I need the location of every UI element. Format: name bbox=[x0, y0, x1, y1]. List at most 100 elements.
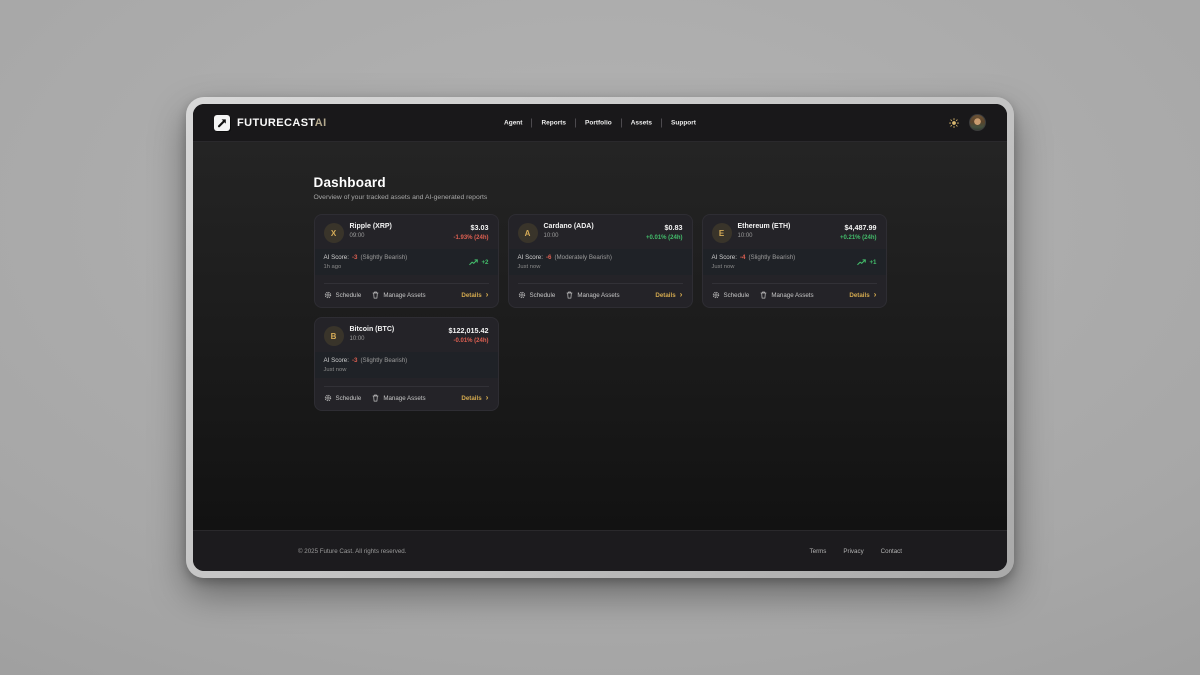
details-button[interactable]: Details › bbox=[461, 394, 488, 402]
details-label: Details bbox=[461, 292, 481, 299]
asset-card-actions: Schedule Manage Assets Details › bbox=[324, 283, 489, 307]
asset-card-actions: Schedule Manage Assets Details › bbox=[324, 386, 489, 410]
asset-price-block: $122,015.42 -0.01% (24h) bbox=[449, 326, 489, 344]
report-age: 1h ago bbox=[324, 264, 408, 270]
header-actions bbox=[949, 114, 986, 131]
asset-price: $4,487.99 bbox=[840, 223, 877, 232]
ai-sentiment-label: (Slightly Bearish) bbox=[360, 254, 407, 261]
asset-card-actions: Schedule Manage Assets Details › bbox=[712, 283, 877, 307]
schedule-button[interactable]: Schedule bbox=[324, 291, 362, 299]
nav-item-assets[interactable]: Assets bbox=[622, 119, 661, 126]
brand-name-primary: FUTURECAST bbox=[237, 117, 315, 129]
asset-price: $122,015.42 bbox=[449, 326, 489, 335]
sun-icon bbox=[949, 118, 959, 128]
asset-name: Bitcoin (BTC) bbox=[350, 326, 443, 333]
asset-card-header: A Cardano (ADA) 10:00 $0.83 +0.01% (24h) bbox=[509, 215, 692, 249]
asset-symbol-badge: E bbox=[712, 223, 732, 243]
asset-report-time: 10:00 bbox=[350, 336, 443, 342]
ai-score-label: AI Score: bbox=[712, 254, 737, 261]
ai-sentiment-label: (Slightly Bearish) bbox=[360, 357, 407, 364]
asset-card: E Ethereum (ETH) 10:00 $4,487.99 +0.21% … bbox=[702, 214, 887, 308]
ai-score-label: AI Score: bbox=[324, 254, 349, 261]
chevron-right-icon: › bbox=[486, 290, 489, 299]
asset-price-block: $4,487.99 +0.21% (24h) bbox=[840, 223, 877, 241]
schedule-button[interactable]: Schedule bbox=[324, 394, 362, 402]
footer-link-terms[interactable]: Terms bbox=[810, 548, 827, 555]
asset-symbol-badge: X bbox=[324, 223, 344, 243]
details-label: Details bbox=[655, 292, 675, 299]
app-window: FUTURECASTAI Agent Reports Portfolio Ass… bbox=[186, 97, 1014, 578]
trend-badge: +1 bbox=[857, 259, 876, 266]
trash-icon bbox=[566, 291, 573, 299]
nav-item-agent[interactable]: Agent bbox=[495, 119, 531, 126]
asset-info: Ethereum (ETH) 10:00 bbox=[738, 223, 834, 239]
nav-item-support[interactable]: Support bbox=[662, 119, 705, 126]
asset-symbol-badge: B bbox=[324, 326, 344, 346]
asset-symbol-letter: B bbox=[331, 332, 337, 341]
details-button[interactable]: Details › bbox=[461, 291, 488, 299]
ai-score-strip: AI Score: -3 (Slightly Bearish) Just now bbox=[315, 352, 498, 378]
ai-score-value: -4 bbox=[740, 254, 746, 261]
nav-item-portfolio[interactable]: Portfolio bbox=[576, 119, 621, 126]
ai-score-strip: AI Score: -3 (Slightly Bearish) 1h ago +… bbox=[315, 249, 498, 275]
ai-score-strip: AI Score: -6 (Moderately Bearish) Just n… bbox=[509, 249, 692, 275]
asset-card: B Bitcoin (BTC) 10:00 $122,015.42 -0.01%… bbox=[314, 317, 499, 411]
trend-value: +1 bbox=[869, 259, 876, 266]
asset-name: Cardano (ADA) bbox=[544, 223, 640, 230]
user-avatar[interactable] bbox=[969, 114, 986, 131]
asset-symbol-letter: E bbox=[719, 229, 724, 238]
ai-score-label: AI Score: bbox=[518, 254, 543, 261]
asset-name: Ethereum (ETH) bbox=[738, 223, 834, 230]
ai-score-strip: AI Score: -4 (Slightly Bearish) Just now… bbox=[703, 249, 886, 275]
manage-assets-button[interactable]: Manage Assets bbox=[372, 394, 425, 402]
footer-link-contact[interactable]: Contact bbox=[881, 548, 902, 555]
copyright-text: © 2025 Future Cast. All rights reserved. bbox=[298, 548, 406, 555]
schedule-label: Schedule bbox=[724, 292, 750, 299]
asset-cards-grid: X Ripple (XRP) 09:00 $3.03 -1.93% (24h) … bbox=[314, 214, 887, 411]
asset-symbol-badge: A bbox=[518, 223, 538, 243]
details-label: Details bbox=[849, 292, 869, 299]
schedule-button[interactable]: Schedule bbox=[712, 291, 750, 299]
ai-score-value: -3 bbox=[352, 254, 358, 261]
manage-assets-label: Manage Assets bbox=[771, 292, 813, 299]
dashboard-content: Dashboard Overview of your tracked asset… bbox=[314, 142, 887, 411]
details-label: Details bbox=[461, 395, 481, 402]
asset-symbol-letter: X bbox=[331, 229, 336, 238]
asset-report-time: 09:00 bbox=[350, 233, 448, 239]
asset-card-actions: Schedule Manage Assets Details › bbox=[518, 283, 683, 307]
asset-change-24h: +0.21% (24h) bbox=[840, 235, 877, 241]
asset-price: $0.83 bbox=[646, 223, 683, 232]
page-title: Dashboard bbox=[314, 175, 887, 190]
app-screen: FUTURECASTAI Agent Reports Portfolio Ass… bbox=[193, 104, 1007, 571]
asset-change-24h: +0.01% (24h) bbox=[646, 235, 683, 241]
details-button[interactable]: Details › bbox=[849, 291, 876, 299]
ai-score-block: AI Score: -3 (Slightly Bearish) Just now bbox=[324, 357, 408, 373]
brand[interactable]: FUTURECASTAI bbox=[214, 115, 327, 131]
theme-toggle-button[interactable] bbox=[949, 118, 959, 128]
schedule-label: Schedule bbox=[336, 292, 362, 299]
manage-assets-button[interactable]: Manage Assets bbox=[760, 291, 813, 299]
chevron-right-icon: › bbox=[486, 393, 489, 402]
trend-value: +2 bbox=[481, 259, 488, 266]
manage-assets-button[interactable]: Manage Assets bbox=[372, 291, 425, 299]
asset-card-header: B Bitcoin (BTC) 10:00 $122,015.42 -0.01%… bbox=[315, 318, 498, 352]
asset-change-24h: -0.01% (24h) bbox=[449, 338, 489, 344]
manage-assets-button[interactable]: Manage Assets bbox=[566, 291, 619, 299]
chevron-right-icon: › bbox=[874, 290, 877, 299]
report-age: Just now bbox=[712, 264, 796, 270]
trend-badge: +2 bbox=[469, 259, 488, 266]
nav-item-reports[interactable]: Reports bbox=[532, 119, 575, 126]
gear-icon bbox=[324, 291, 332, 299]
trending-up-icon bbox=[469, 259, 478, 266]
desktop-background: FUTURECASTAI Agent Reports Portfolio Ass… bbox=[0, 0, 1200, 675]
gear-icon bbox=[712, 291, 720, 299]
footer-link-privacy[interactable]: Privacy bbox=[843, 548, 863, 555]
schedule-button[interactable]: Schedule bbox=[518, 291, 556, 299]
ai-score-label: AI Score: bbox=[324, 357, 349, 364]
details-button[interactable]: Details › bbox=[655, 291, 682, 299]
asset-card-header: X Ripple (XRP) 09:00 $3.03 -1.93% (24h) bbox=[315, 215, 498, 249]
main-nav: Agent Reports Portfolio Assets Support bbox=[495, 118, 705, 127]
manage-assets-label: Manage Assets bbox=[383, 292, 425, 299]
report-age: Just now bbox=[324, 367, 408, 373]
asset-info: Cardano (ADA) 10:00 bbox=[544, 223, 640, 239]
